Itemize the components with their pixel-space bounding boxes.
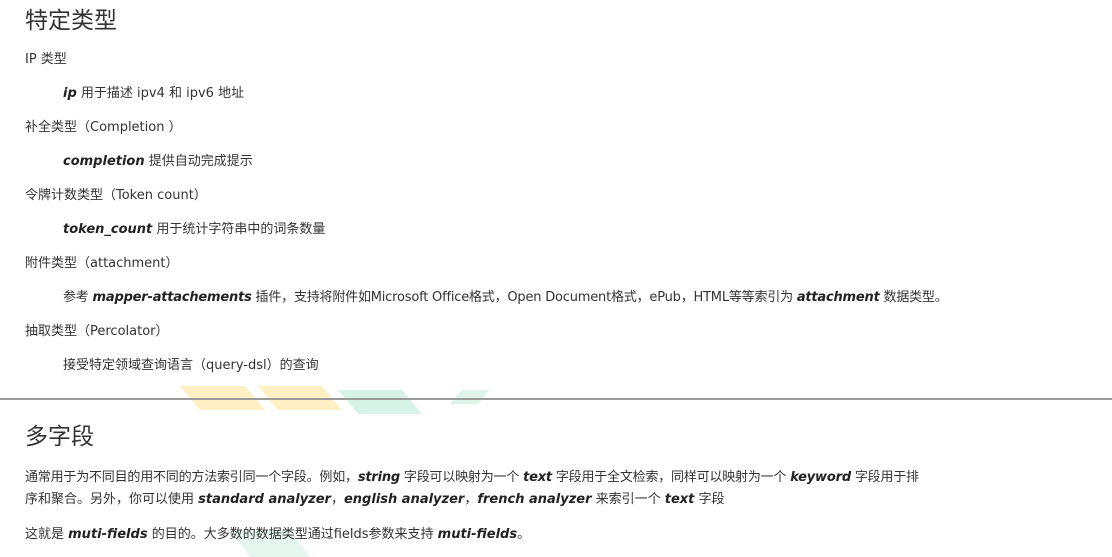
ip-type-heading: IP 类型 bbox=[25, 52, 67, 67]
special-types-title: 特定类型 bbox=[25, 8, 117, 34]
token-count-keyword: token_count bbox=[63, 222, 153, 237]
p1-line2-text-c: 字段 bbox=[694, 492, 725, 507]
attachment-type-heading: 附件类型（attachment） bbox=[25, 256, 179, 271]
p2-text-c: 。 bbox=[517, 527, 531, 542]
string-keyword: string bbox=[357, 470, 400, 485]
section-divider bbox=[0, 398, 1112, 400]
p1-text-b: 字段可以映射为一个 bbox=[400, 470, 524, 485]
p2-text-b: 的目的。大多数的数据类型通过fields参数来支持 bbox=[147, 527, 438, 542]
mapper-attachements-keyword: mapper-attachements bbox=[92, 290, 252, 305]
attachment-keyword: attachment bbox=[796, 290, 880, 305]
multi-fields-title: 多字段 bbox=[25, 424, 94, 450]
text-keyword: text bbox=[523, 470, 552, 485]
attachment-type-desc: 参考 mapper-attachements 插件，支持将附件如Microsof… bbox=[63, 291, 948, 304]
token-count-type-heading: 令牌计数类型（Token count） bbox=[25, 188, 207, 203]
p1-text-d: 字段用于排 bbox=[850, 470, 919, 485]
multi-fields-para1-line1: 通常用于为不同目的用不同的方法索引同一个字段。例如，string 字段可以映射为… bbox=[25, 471, 919, 484]
completion-type-heading: 补全类型（Completion ） bbox=[25, 120, 182, 135]
token-count-desc-text: 用于统计字符串中的词条数量 bbox=[152, 222, 326, 237]
multi-fields-para2: 这就是 muti-fields 的目的。大多数的数据类型通过fields参数来支… bbox=[25, 528, 530, 541]
attachment-desc-pre: 参考 bbox=[63, 290, 93, 305]
percolator-type-heading: 抽取类型（Percolator） bbox=[25, 324, 169, 339]
attachment-desc-post: 数据类型。 bbox=[879, 290, 948, 305]
multi-fields-para1-line2: 序和聚合。另外，你可以使用 standard analyzer，english … bbox=[25, 493, 725, 506]
p1-text-c: 字段用于全文检索，同样可以映射为一个 bbox=[551, 470, 791, 485]
completion-keyword: completion bbox=[63, 154, 145, 169]
ip-type-desc: ip 用于描述 ipv4 和 ipv6 地址 bbox=[63, 87, 244, 100]
ip-desc-text: 用于描述 ipv4 和 ipv6 地址 bbox=[76, 86, 245, 101]
percolator-type-desc: 接受特定领域查询语言（query-dsl）的查询 bbox=[63, 358, 319, 373]
completion-desc-text: 提供自动完成提示 bbox=[144, 154, 253, 169]
p1-sep2: ， bbox=[464, 492, 478, 507]
standard-analyzer-keyword: standard analyzer bbox=[198, 492, 331, 507]
token-count-type-desc: token_count 用于统计字符串中的词条数量 bbox=[63, 223, 325, 236]
muti-fields-keyword-2: muti-fields bbox=[437, 527, 518, 542]
english-analyzer-keyword: english analyzer bbox=[343, 492, 465, 507]
attachment-desc-mid: 插件，支持将附件如Microsoft Office格式，Open Documen… bbox=[251, 290, 797, 305]
french-analyzer-keyword: french analyzer bbox=[477, 492, 592, 507]
ip-keyword: ip bbox=[63, 86, 77, 101]
special-types-section: 特定类型 IP 类型 ip 用于描述 ipv4 和 ipv6 地址 补全类型（C… bbox=[0, 0, 1112, 397]
p2-text-a: 这就是 bbox=[25, 527, 69, 542]
p1-line2-text-b: 来索引一个 bbox=[591, 492, 665, 507]
p1-sep1: ， bbox=[330, 492, 344, 507]
text-keyword-2: text bbox=[664, 492, 695, 507]
keyword-keyword: keyword bbox=[790, 470, 851, 485]
completion-type-desc: completion 提供自动完成提示 bbox=[63, 155, 253, 168]
p1-text-a: 通常用于为不同目的用不同的方法索引同一个字段。例如， bbox=[25, 470, 358, 485]
muti-fields-keyword-1: muti-fields bbox=[68, 527, 148, 542]
p1-line2-text-a: 序和聚合。另外，你可以使用 bbox=[25, 492, 199, 507]
